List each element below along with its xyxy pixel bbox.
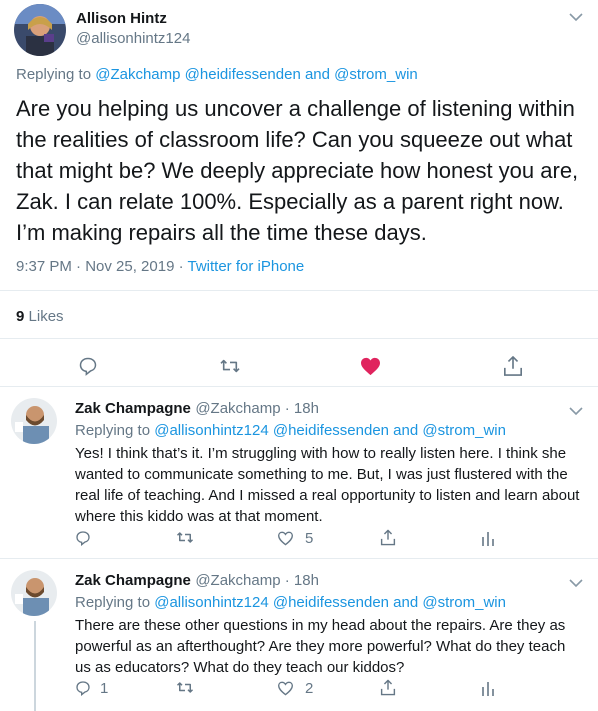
thread-line	[34, 621, 36, 711]
author-name[interactable]: Zak Champagne	[75, 572, 191, 589]
author-handle[interactable]: @allisonhintz124	[76, 30, 190, 47]
author-handle[interactable]: @Zakchamp · 18h	[195, 400, 319, 417]
avatar-image	[11, 570, 57, 616]
reply-count: 1	[100, 680, 109, 697]
like-count: 2	[305, 680, 314, 697]
mention-link[interactable]: @allisonhintz124	[154, 594, 268, 611]
like-count: 5	[305, 530, 314, 547]
reply-tweet[interactable]: Zak Champagne @Zakchamp · 18h Replying t…	[0, 559, 598, 711]
avatar[interactable]	[14, 4, 66, 56]
reply-header: Zak Champagne @Zakchamp · 18h	[75, 400, 319, 418]
mention-link[interactable]: @heidifessenden	[185, 66, 301, 83]
reply-icon[interactable]	[78, 356, 98, 376]
avatar-image	[11, 398, 57, 444]
replying-prefix: Replying to	[75, 422, 151, 439]
replying-and: and	[393, 422, 419, 439]
replying-to: Replying to @Zakchamp @heidifessenden an…	[16, 66, 418, 83]
mention-link[interactable]: @Zakchamp	[95, 66, 180, 83]
replying-prefix: Replying to	[16, 66, 92, 83]
author-name[interactable]: Allison Hintz	[76, 10, 167, 27]
mention-link[interactable]: @strom_win	[422, 594, 506, 611]
mention-link[interactable]: @heidifessenden	[273, 594, 389, 611]
mention-link[interactable]: @allisonhintz124	[154, 422, 268, 439]
retweet-icon[interactable]	[219, 357, 241, 375]
replying-and: and	[393, 594, 419, 611]
analytics-icon[interactable]	[481, 680, 495, 696]
likes-count: 9	[16, 308, 25, 325]
likes-label: Likes	[28, 308, 64, 325]
reply-icon[interactable]	[75, 530, 91, 546]
replying-prefix: Replying to	[75, 594, 151, 611]
tweet-source[interactable]: Twitter for iPhone	[188, 258, 305, 275]
reply-text: Yes! I think that’s it. I’m struggling w…	[75, 445, 580, 525]
share-icon[interactable]	[380, 679, 396, 696]
retweet-icon[interactable]	[176, 530, 194, 545]
avatar[interactable]	[11, 570, 57, 616]
avatar[interactable]	[11, 398, 57, 444]
retweet-icon[interactable]	[176, 680, 194, 695]
heart-icon[interactable]	[360, 357, 381, 376]
tweet-meta: 9:37 PM · Nov 25, 2019 · Twitter for iPh…	[16, 258, 304, 275]
mention-link[interactable]: @strom_win	[422, 422, 506, 439]
chevron-down-icon[interactable]	[569, 406, 583, 416]
chevron-down-icon[interactable]	[569, 12, 583, 22]
avatar-image	[14, 4, 66, 56]
share-icon[interactable]	[380, 529, 396, 546]
reply-icon[interactable]	[75, 680, 91, 696]
author-handle[interactable]: @Zakchamp · 18h	[195, 572, 319, 589]
heart-icon[interactable]	[277, 531, 294, 546]
main-tweet: Allison Hintz @allisonhintz124 Replying …	[0, 0, 598, 386]
divider	[0, 290, 598, 291]
heart-icon[interactable]	[277, 681, 294, 696]
tweet-text: Are you helping us uncover a challenge o…	[16, 96, 579, 245]
likes-summary[interactable]: 9 Likes	[16, 308, 64, 325]
replying-and: and	[304, 66, 330, 83]
chevron-down-icon[interactable]	[569, 578, 583, 588]
reply-header: Zak Champagne @Zakchamp · 18h	[75, 572, 319, 590]
reply-tweet[interactable]: Zak Champagne @Zakchamp · 18h Replying t…	[0, 387, 598, 558]
mention-link[interactable]: @strom_win	[334, 66, 418, 83]
share-icon[interactable]	[503, 355, 523, 377]
divider	[0, 338, 598, 339]
replying-to: Replying to @allisonhintz124 @heidifesse…	[75, 422, 506, 439]
analytics-icon[interactable]	[481, 530, 495, 546]
replying-to: Replying to @allisonhintz124 @heidifesse…	[75, 594, 506, 611]
reply-text: There are these other questions in my he…	[75, 617, 566, 676]
tweet-time[interactable]: 9:37 PM · Nov 25, 2019 ·	[16, 258, 184, 275]
author-name[interactable]: Zak Champagne	[75, 400, 191, 417]
mention-link[interactable]: @heidifessenden	[273, 422, 389, 439]
